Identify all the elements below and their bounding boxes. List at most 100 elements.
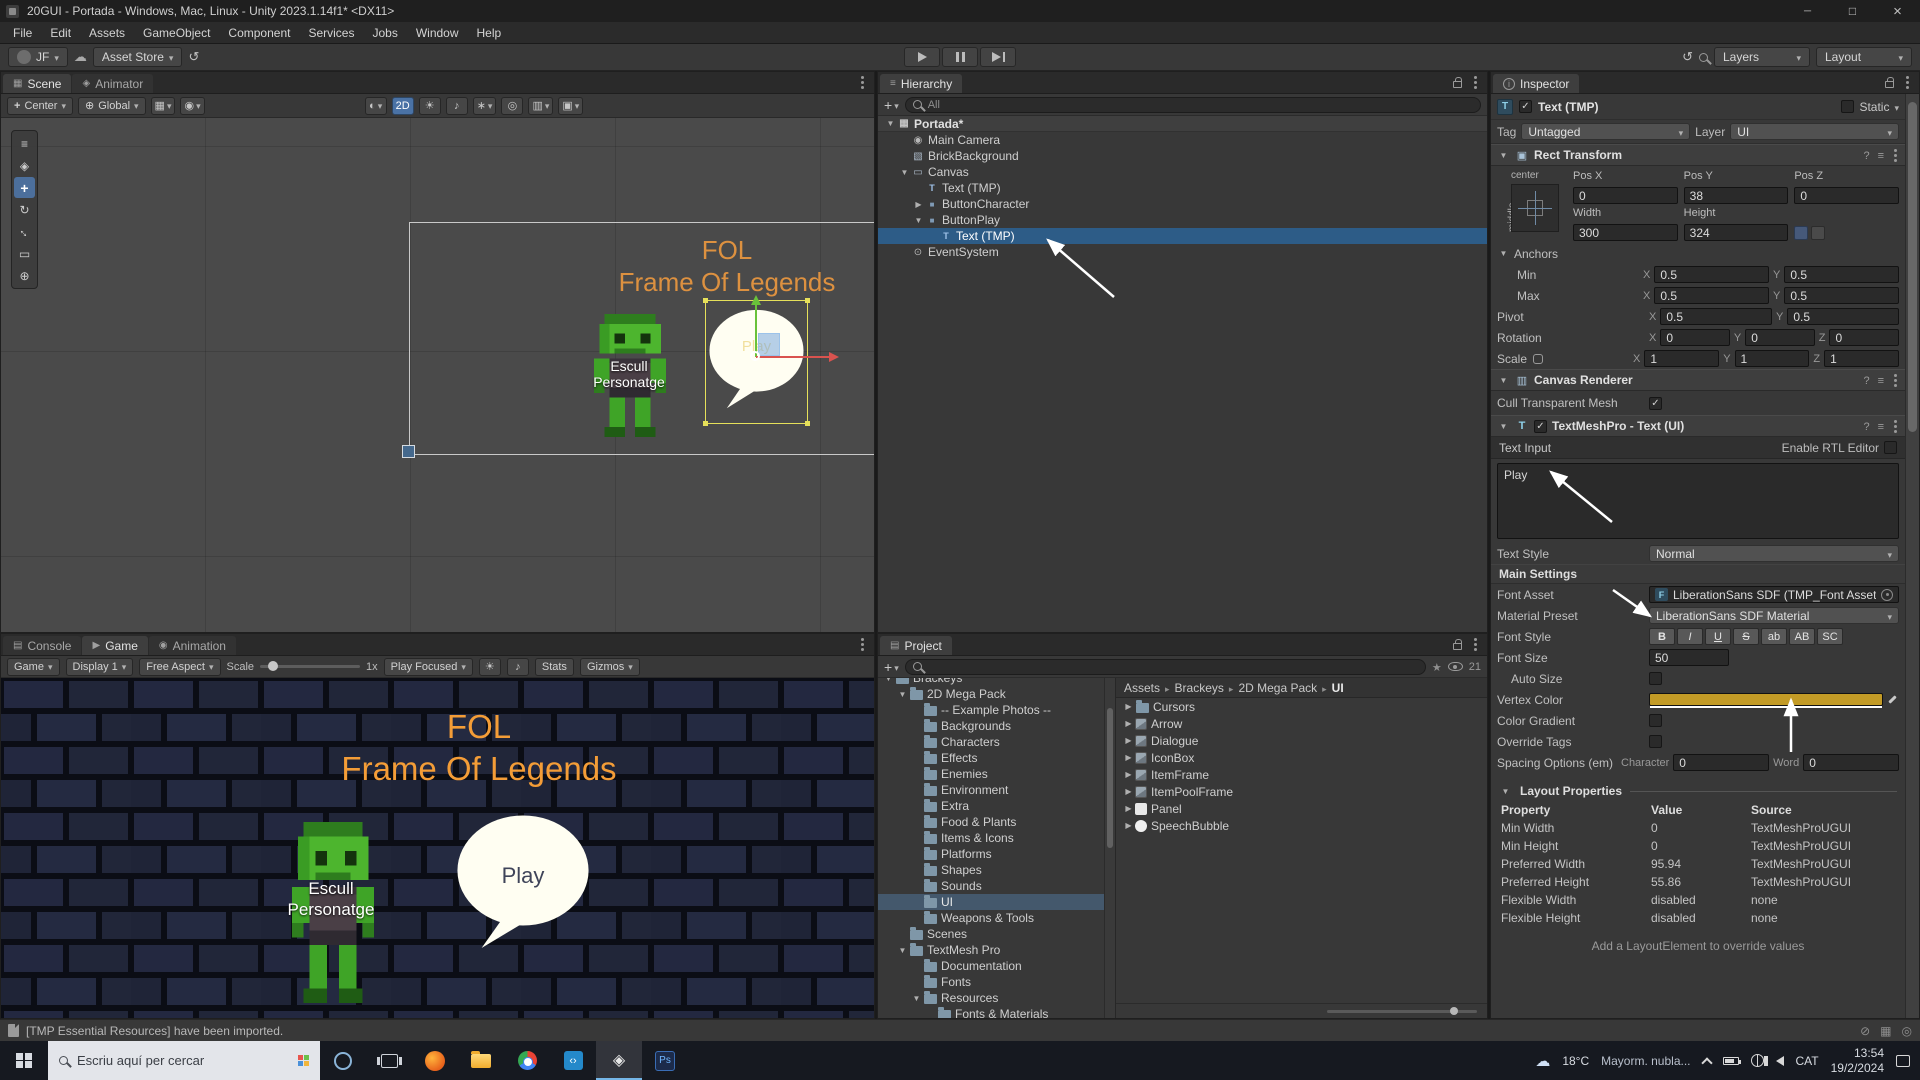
- hierarchy-item-brickbackground[interactable]: BrickBackground: [878, 148, 1487, 164]
- view-tool-button[interactable]: [14, 155, 35, 176]
- component-menu-icon[interactable]: [1894, 154, 1897, 157]
- play-focused-dropdown[interactable]: Play Focused: [384, 658, 473, 676]
- foldout-icon[interactable]: [912, 216, 925, 225]
- foldout-icon[interactable]: [1497, 151, 1510, 160]
- folder-backgrounds[interactable]: Backgrounds: [878, 718, 1115, 734]
- folder-enemies[interactable]: Enemies: [878, 766, 1115, 782]
- folder-platforms[interactable]: Platforms: [878, 846, 1115, 862]
- rect-transform-header[interactable]: Rect Transform: [1491, 144, 1905, 166]
- cortana-button[interactable]: [320, 1041, 366, 1080]
- help-icon[interactable]: [1863, 148, 1869, 162]
- lock-icon[interactable]: [1453, 643, 1462, 650]
- hierarchy-item-text-tmp[interactable]: Text (TMP): [878, 180, 1487, 196]
- breadcrumb-assets[interactable]: Assets: [1124, 681, 1160, 695]
- tmp-enabled-checkbox[interactable]: [1534, 420, 1547, 433]
- blueprint-mode-button[interactable]: [1794, 226, 1808, 240]
- static-checkbox[interactable]: [1841, 100, 1854, 113]
- scale-y-field[interactable]: 1: [1735, 350, 1810, 367]
- mute-icon[interactable]: [1860, 1024, 1870, 1038]
- maximize-button[interactable]: [1830, 0, 1875, 22]
- underline-button[interactable]: U: [1705, 628, 1731, 645]
- strikethrough-button[interactable]: S: [1733, 628, 1759, 645]
- weather-text[interactable]: Mayorm. nubla...: [1601, 1054, 1690, 1068]
- mesh-debug-dropdown[interactable]: [528, 97, 553, 115]
- foldout-icon[interactable]: [1122, 736, 1135, 745]
- pos-x-field[interactable]: 0: [1573, 187, 1678, 204]
- foldout-icon[interactable]: [896, 690, 909, 699]
- rotation-z-field[interactable]: 0: [1829, 329, 1899, 346]
- minimize-button[interactable]: [1785, 0, 1830, 22]
- folder-fonts-materials[interactable]: Fonts & Materials: [878, 1006, 1115, 1018]
- override-tags-checkbox[interactable]: [1649, 735, 1662, 748]
- hierarchy-item-scene[interactable]: Portada*: [878, 116, 1487, 132]
- menu-help[interactable]: Help: [468, 22, 511, 43]
- show-hidden-icons-chevron[interactable]: [1701, 1057, 1712, 1068]
- tree-scrollbar[interactable]: [1104, 678, 1115, 1018]
- menu-services[interactable]: Services: [299, 22, 363, 43]
- hierarchy-item-eventsystem[interactable]: EventSystem: [878, 244, 1487, 260]
- asset-speechbubble[interactable]: SpeechBubble: [1116, 817, 1487, 834]
- shading-mode-dropdown[interactable]: [365, 97, 387, 115]
- folder-environment[interactable]: Environment: [878, 782, 1115, 798]
- foldout-icon[interactable]: [1497, 376, 1510, 385]
- add-asset-button[interactable]: [884, 659, 899, 675]
- hierarchy-item-canvas[interactable]: Canvas: [878, 164, 1487, 180]
- rect-tool-button[interactable]: [14, 243, 35, 264]
- activity-icon[interactable]: [1880, 1024, 1891, 1038]
- rotate-tool-button[interactable]: [14, 199, 35, 220]
- font-asset-field[interactable]: LiberationSans SDF (TMP_Font Asset): [1649, 586, 1899, 603]
- toggle-2d-button[interactable]: 2D: [392, 97, 414, 115]
- tab-animator[interactable]: ◈ Animator: [72, 74, 153, 93]
- language-indicator[interactable]: CAT: [1796, 1054, 1819, 1068]
- text-style-dropdown[interactable]: Normal: [1649, 545, 1899, 562]
- panel-menu-icon[interactable]: [861, 643, 864, 646]
- layout-dropdown[interactable]: Layout: [1816, 47, 1912, 67]
- scale-tool-button[interactable]: [14, 221, 35, 242]
- width-field[interactable]: 300: [1573, 224, 1678, 241]
- lock-icon[interactable]: [1453, 81, 1462, 88]
- asset-iconbox[interactable]: IconBox: [1116, 749, 1487, 766]
- status-message[interactable]: [TMP Essential Resources] have been impo…: [26, 1024, 283, 1038]
- menu-window[interactable]: Window: [407, 22, 468, 43]
- foldout-icon[interactable]: [1499, 787, 1512, 796]
- character-spacing-field[interactable]: 0: [1673, 754, 1769, 771]
- foldout-icon[interactable]: [882, 678, 895, 683]
- foldout-icon[interactable]: [896, 946, 909, 955]
- hierarchy-item-buttonplay[interactable]: ButtonPlay: [878, 212, 1487, 228]
- object-picker-icon[interactable]: [1881, 589, 1893, 601]
- foldout-icon[interactable]: [1122, 770, 1135, 779]
- gizmos-dropdown[interactable]: Gizmos: [580, 658, 640, 676]
- network-icon[interactable]: [1751, 1054, 1764, 1067]
- tab-project[interactable]: ▤ Project: [880, 636, 952, 655]
- foldout-icon[interactable]: [1122, 753, 1135, 762]
- menu-component[interactable]: Component: [219, 22, 299, 43]
- folder-scenes[interactable]: Scenes: [878, 926, 1115, 942]
- breadcrumb-brackeys[interactable]: Brackeys: [1175, 681, 1224, 695]
- scene-audio-button[interactable]: [446, 97, 468, 115]
- panel-menu-icon[interactable]: [1474, 643, 1477, 646]
- folder-brackeys[interactable]: Brackeys: [878, 678, 1115, 686]
- scale-z-field[interactable]: 1: [1824, 350, 1899, 367]
- battery-icon[interactable]: [1723, 1057, 1739, 1065]
- favorites-icon[interactable]: [1432, 660, 1442, 674]
- scene-viewport[interactable]: FOL Frame Of Legends Escull Personatge: [1, 118, 874, 632]
- folder-effects[interactable]: Effects: [878, 750, 1115, 766]
- file-explorer-button[interactable]: [458, 1041, 504, 1080]
- bold-button[interactable]: B: [1649, 628, 1675, 645]
- grid-snapping-button[interactable]: [151, 97, 176, 115]
- foldout-icon[interactable]: [1497, 422, 1510, 431]
- foldout-icon[interactable]: [1122, 787, 1135, 796]
- pause-button[interactable]: [942, 47, 978, 67]
- pos-z-field[interactable]: 0: [1794, 187, 1899, 204]
- clock[interactable]: 13:54 19/2/2024: [1831, 1046, 1884, 1076]
- unity-button[interactable]: [596, 1041, 642, 1080]
- scale-x-field[interactable]: 1: [1644, 350, 1719, 367]
- refresh-icon[interactable]: [188, 48, 199, 66]
- hierarchy-search-input[interactable]: All: [905, 97, 1481, 113]
- photoshop-button[interactable]: [642, 1041, 688, 1080]
- asset-itemframe[interactable]: ItemFrame: [1116, 766, 1487, 783]
- folder-documentation[interactable]: Documentation: [878, 958, 1115, 974]
- foldout-icon[interactable]: [1122, 702, 1135, 711]
- transform-tool-button[interactable]: [14, 265, 35, 286]
- game-viewport[interactable]: FOL Frame Of Legends Escull Personatge: [1, 678, 874, 1018]
